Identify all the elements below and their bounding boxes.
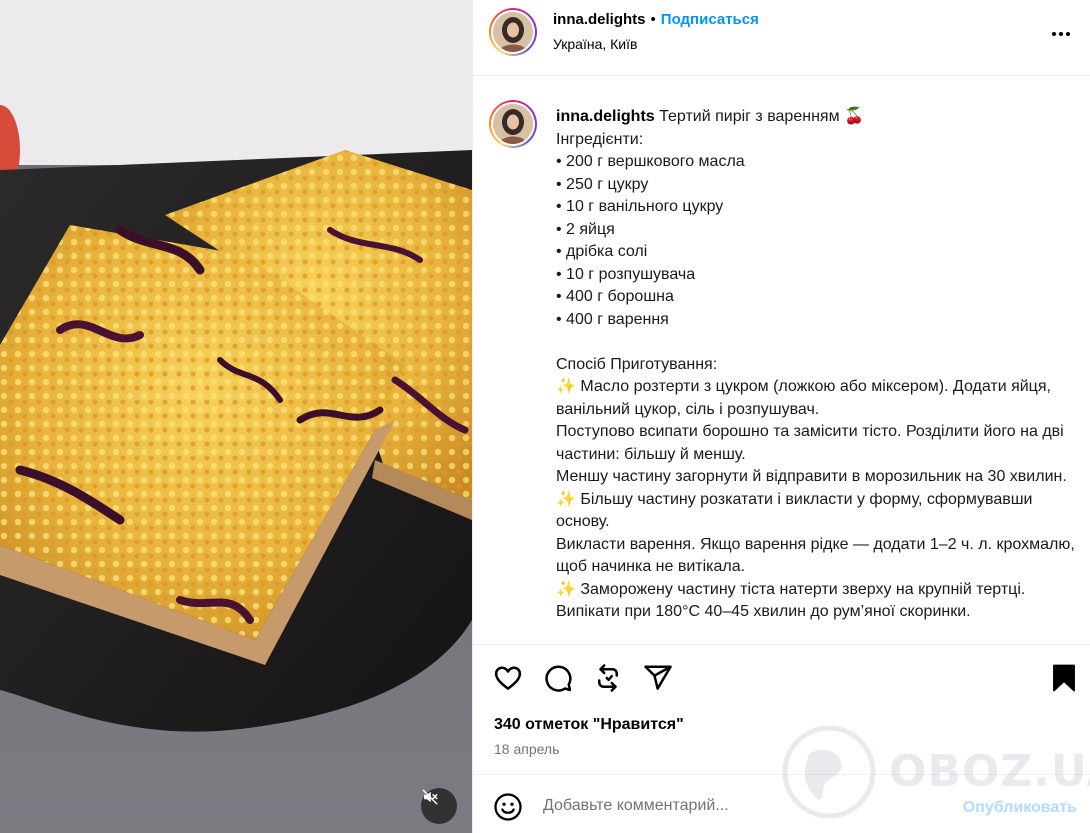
post-date[interactable]: 18 апрель: [494, 741, 559, 757]
muted-speaker-icon: [422, 789, 438, 805]
caption-title-line: inna.delights Тертий пиріг з варенням 🍒: [556, 106, 1081, 129]
avatar-photo: [493, 12, 533, 52]
caption-line: • 10 г ванільного цукру: [556, 198, 724, 215]
header-user-line: inna.delights • Подписаться: [553, 11, 759, 28]
caption-line: Поступово всипати борошно та замісити ті…: [556, 423, 1069, 463]
caption-line: ✨ Заморожену частину тіста натерти зверх…: [556, 580, 1026, 598]
caption-line: ✨ Більшу частину розкатати і викласти у …: [556, 490, 1037, 531]
mute-button[interactable]: [421, 788, 457, 824]
more-dots-icon: [1052, 32, 1056, 36]
caption-line: • 200 г вершкового масла: [556, 153, 745, 170]
caption-line: • 10 г розпушувача: [556, 265, 696, 283]
avatar-photo: [493, 104, 533, 144]
more-dot: [1066, 32, 1070, 36]
caption-title: Тертий пиріг з варенням 🍒: [659, 108, 864, 125]
caption-text: inna.delights Тертий пиріг з варенням 🍒 …: [556, 106, 1081, 624]
send-icon: [644, 665, 672, 690]
emoji-button[interactable]: [493, 792, 523, 822]
caption-line: • 400 г борошна: [556, 288, 674, 305]
comment-button[interactable]: [543, 663, 573, 693]
comment-input[interactable]: [543, 793, 943, 819]
caption-area[interactable]: inna.delights Тертий пиріг з варенням 🍒 …: [473, 77, 1090, 644]
caption-line: Спосіб Приготування:: [556, 355, 718, 373]
post-actions: 340 отметок "Нравится" 18 апрель: [473, 644, 1090, 774]
more-dot: [1059, 32, 1063, 36]
caption-line: Випікати при 180°C 40–45 хвилин до рум’я…: [556, 603, 971, 620]
caption-line: • 2 яйця: [556, 220, 615, 238]
post-media[interactable]: [0, 0, 472, 833]
post-side-panel: inna.delights • Подписаться Україна, Київ …: [472, 0, 1090, 833]
caption-line: • дрібка солі: [556, 243, 648, 260]
comment-bar: Опубликовать: [473, 774, 1090, 833]
follow-button[interactable]: Подписаться: [661, 11, 759, 28]
save-button[interactable]: [1049, 663, 1079, 693]
caption-line: Меншу частину загорнути й відправити в м…: [556, 468, 1067, 485]
like-button[interactable]: [493, 663, 523, 693]
caption-username[interactable]: inna.delights: [556, 108, 655, 125]
caption-line: • 250 г цукру: [556, 175, 649, 193]
separator-dot: •: [650, 11, 656, 28]
comment-bubble-icon: [545, 665, 572, 692]
repost-icon: [598, 664, 618, 692]
caption-line: • 400 г варення: [556, 310, 669, 328]
bookmark-icon: [1053, 664, 1075, 692]
likes-count[interactable]: 340 отметок "Нравится": [494, 716, 684, 734]
avatar[interactable]: [489, 8, 537, 56]
repost-button[interactable]: [593, 663, 623, 693]
caption-line: Викласти варення. Якщо варення рідке — д…: [556, 535, 1080, 576]
heart-icon: [494, 666, 522, 690]
caption-avatar[interactable]: [489, 100, 537, 148]
crumb-pie-photo: [0, 0, 472, 833]
share-button[interactable]: [643, 663, 673, 693]
location-link[interactable]: Україна, Київ: [553, 36, 637, 52]
post-header: inna.delights • Подписаться Україна, Київ: [473, 0, 1090, 76]
more-options-button[interactable]: [1047, 22, 1075, 46]
caption-line: Інгредієнти:: [556, 130, 644, 148]
emoji-smile-icon: [494, 793, 522, 821]
username[interactable]: inna.delights: [553, 11, 646, 28]
caption-line: ✨ Масло розтерти з цукром (ложкою або мі…: [556, 378, 1056, 418]
publish-button[interactable]: Опубликовать: [963, 799, 1077, 817]
